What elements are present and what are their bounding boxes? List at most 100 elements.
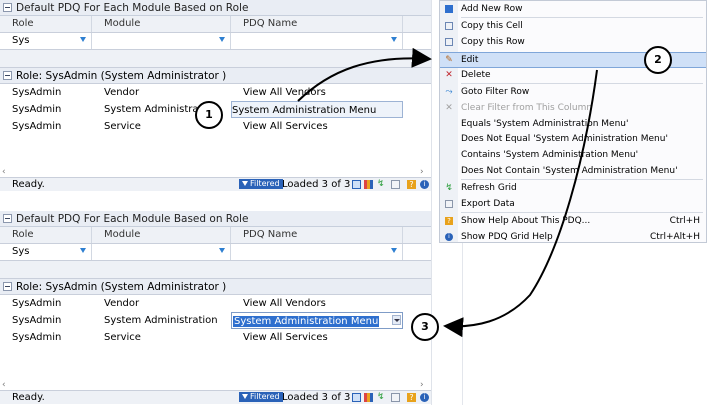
horizontal-scrollbar[interactable]: ‹ › — [0, 380, 431, 390]
menu-item-label: Copy this Cell — [461, 21, 523, 31]
chart-icon[interactable] — [364, 393, 373, 402]
cell-pdq-name[interactable]: View All Vendors — [231, 295, 403, 312]
menu-item-grid-help[interactable]: i Show PDQ Grid Help Ctrl+Alt+H — [440, 230, 706, 244]
grid-view-icon[interactable] — [352, 180, 361, 189]
group-by-area — [0, 50, 431, 68]
scroll-right-icon[interactable]: › — [420, 167, 424, 177]
funnel-icon[interactable] — [80, 248, 86, 253]
context-menu: Add New Row Copy this Cell Copy this Row… — [439, 0, 707, 243]
cell-role[interactable]: SysAdmin — [0, 101, 92, 118]
menu-item-filter-equals[interactable]: Equals 'System Administration Menu' — [440, 117, 706, 131]
table-row[interactable]: SysAdmin Service View All Services — [0, 329, 431, 346]
group-row[interactable]: Role: SysAdmin (System Administrator ) — [0, 68, 431, 84]
chart-icon[interactable] — [364, 180, 373, 189]
collapse-icon[interactable] — [3, 214, 12, 223]
cell-pdq-name[interactable]: View All Vendors — [231, 84, 403, 101]
cell-module[interactable]: System Administration — [92, 312, 231, 329]
menu-item-clear-filter[interactable]: ✕ Clear Filter from This Column — [440, 101, 706, 115]
horizontal-scrollbar[interactable]: ‹ › — [0, 167, 431, 177]
menu-item-label: Does Not Equal 'System Administration Me… — [461, 134, 668, 144]
filter-cell-role[interactable]: Sys — [0, 33, 92, 49]
status-bar: Ready. Filtered Loaded 3 of 3 ↯ ? i — [0, 390, 431, 404]
cell-module[interactable]: Vendor — [92, 295, 231, 312]
column-header-module[interactable]: Module — [92, 227, 231, 243]
column-header-pdq-name[interactable]: PDQ Name — [231, 227, 403, 243]
column-header-role[interactable]: Role — [0, 227, 92, 243]
filtered-badge[interactable]: Filtered — [239, 392, 283, 402]
loaded-count: Loaded 3 of 3 — [282, 392, 351, 403]
collapse-icon[interactable] — [3, 3, 12, 12]
add-row-icon — [445, 5, 453, 13]
menu-item-add-new-row[interactable]: Add New Row — [440, 2, 706, 16]
menu-item-label: Contains 'System Administration Menu' — [461, 150, 639, 160]
menu-item-shortcut: Ctrl+Alt+H — [649, 232, 700, 242]
menu-item-filter-not-contain[interactable]: Does Not Contain 'System Administration … — [440, 164, 706, 178]
menu-item-export-data[interactable]: Export Data — [440, 197, 706, 211]
cell-role[interactable]: SysAdmin — [0, 329, 92, 346]
export-icon[interactable] — [391, 393, 400, 402]
filter-cell-module[interactable] — [92, 33, 231, 49]
funnel-icon[interactable] — [80, 37, 86, 42]
cell-module[interactable]: Vendor — [92, 84, 231, 101]
info-icon[interactable]: i — [420, 180, 429, 189]
refresh-icon[interactable]: ↯ — [377, 393, 386, 402]
funnel-icon[interactable] — [219, 37, 225, 42]
help-icon[interactable]: ? — [407, 180, 416, 189]
filter-cell-module[interactable] — [92, 244, 231, 260]
table-row[interactable]: SysAdmin Vendor View All Vendors — [0, 84, 431, 101]
menu-item-filter-not-equal[interactable]: Does Not Equal 'System Administration Me… — [440, 132, 706, 146]
column-header-module[interactable]: Module — [92, 16, 231, 32]
menu-item-label: Edit — [461, 55, 479, 65]
collapse-icon[interactable] — [3, 282, 12, 291]
scroll-left-icon[interactable]: ‹ — [2, 167, 6, 177]
column-header-pdq-name[interactable]: PDQ Name — [231, 16, 403, 32]
help-icon[interactable]: ? — [407, 393, 416, 402]
menu-item-help-about-pdq[interactable]: ? Show Help About This PDQ... Ctrl+H — [440, 214, 706, 228]
funnel-icon[interactable] — [391, 248, 397, 253]
scroll-left-icon[interactable]: ‹ — [2, 380, 6, 390]
filtered-badge[interactable]: Filtered — [239, 179, 283, 189]
scroll-right-icon[interactable]: › — [420, 380, 424, 390]
grid-title: Default PDQ For Each Module Based on Rol… — [16, 212, 249, 225]
table-row[interactable]: SysAdmin System Administration System Ad… — [0, 312, 431, 329]
funnel-icon[interactable] — [219, 248, 225, 253]
cell-pdq-name[interactable]: View All Services — [231, 329, 403, 346]
divider-line — [462, 243, 463, 405]
menu-item-copy-cell[interactable]: Copy this Cell — [440, 19, 706, 33]
grid-title-bar: Default PDQ For Each Module Based on Rol… — [0, 211, 431, 227]
refresh-icon[interactable]: ↯ — [377, 180, 386, 189]
cell-role[interactable]: SysAdmin — [0, 118, 92, 135]
menu-item-filter-contains[interactable]: Contains 'System Administration Menu' — [440, 148, 706, 162]
help-icon: ? — [445, 217, 453, 225]
cell-pdq-name-selected[interactable]: System Administration Menu — [231, 101, 403, 118]
group-row[interactable]: Role: SysAdmin (System Administrator ) — [0, 279, 431, 295]
cell-pdq-name[interactable]: View All Services — [231, 118, 403, 135]
menu-item-copy-row[interactable]: Copy this Row — [440, 35, 706, 49]
cell-role[interactable]: SysAdmin — [0, 295, 92, 312]
cell-role[interactable]: SysAdmin — [0, 84, 92, 101]
collapse-icon[interactable] — [3, 71, 12, 80]
cell-editor-pdq-name[interactable]: System Administration Menu — [231, 312, 403, 329]
filter-value: Sys — [12, 246, 30, 257]
pencil-icon: ✎ — [445, 55, 453, 65]
menu-item-label: Export Data — [461, 199, 515, 209]
export-icon[interactable] — [391, 180, 400, 189]
filter-cell-pdq-name[interactable] — [231, 33, 403, 49]
chevron-down-icon[interactable] — [392, 315, 401, 325]
table-row[interactable]: SysAdmin Vendor View All Vendors — [0, 295, 431, 312]
menu-item-goto-filter-row[interactable]: ⤳ Goto Filter Row — [440, 85, 706, 99]
cell-module[interactable]: Service — [92, 329, 231, 346]
info-icon: i — [445, 233, 453, 241]
filter-row-icon: ⤳ — [445, 87, 453, 97]
cell-editor-text[interactable]: System Administration Menu — [233, 316, 380, 327]
info-icon[interactable]: i — [420, 393, 429, 402]
filter-cell-role[interactable]: Sys — [0, 244, 92, 260]
filter-cell-pdq-name[interactable] — [231, 244, 403, 260]
menu-item-refresh-grid[interactable]: ↯ Refresh Grid — [440, 181, 706, 195]
export-icon — [445, 200, 453, 208]
column-header-role[interactable]: Role — [0, 16, 92, 32]
funnel-icon[interactable] — [391, 37, 397, 42]
grid-view-icon[interactable] — [352, 393, 361, 402]
cell-role[interactable]: SysAdmin — [0, 312, 92, 329]
group-label: Role: SysAdmin (System Administrator ) — [16, 280, 227, 293]
